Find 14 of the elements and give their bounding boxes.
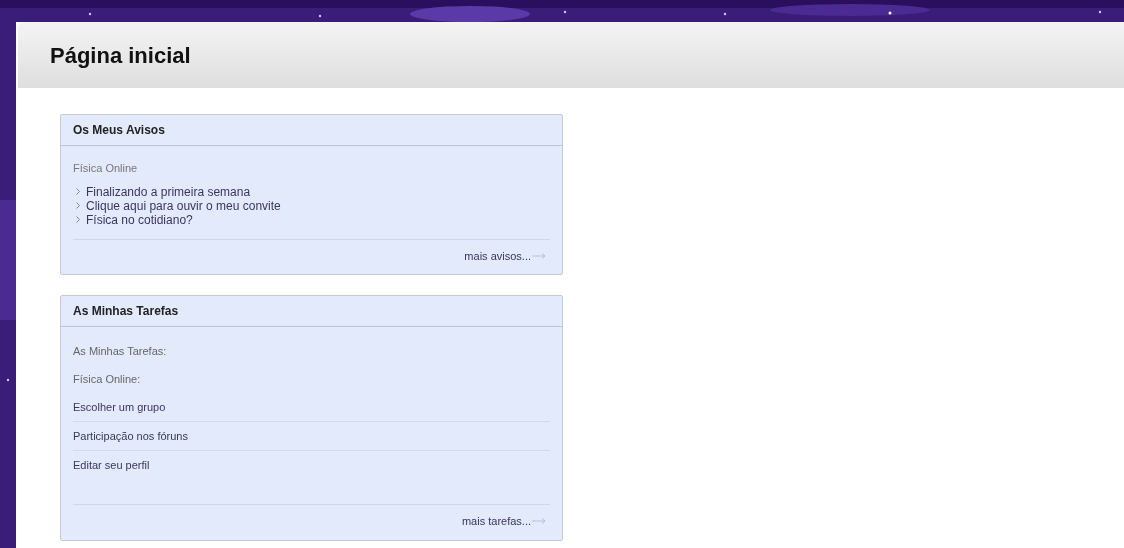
task-link[interactable]: Editar seu perfil — [73, 457, 150, 474]
arrow-icon — [532, 518, 546, 525]
more-link[interactable]: mais avisos... — [464, 247, 546, 264]
announcement-link[interactable]: Finalizando a primeira semana — [86, 182, 251, 201]
task-link[interactable]: Participação nos fóruns — [73, 427, 188, 445]
more-link[interactable]: mais tarefas... — [461, 513, 546, 530]
task-link[interactable]: Escolher um grupo — [73, 398, 166, 416]
section-label: Física Online: — [72, 371, 142, 387]
section-label: As Minhas Tarefas: — [72, 343, 168, 359]
page-title: Página inicial — [50, 41, 191, 70]
panel-title: Os Meus Avisos — [73, 122, 165, 139]
arrow-icon — [532, 252, 546, 259]
course-label: Física Online — [72, 161, 139, 176]
panel-title: As Minhas Tarefas — [73, 303, 179, 320]
